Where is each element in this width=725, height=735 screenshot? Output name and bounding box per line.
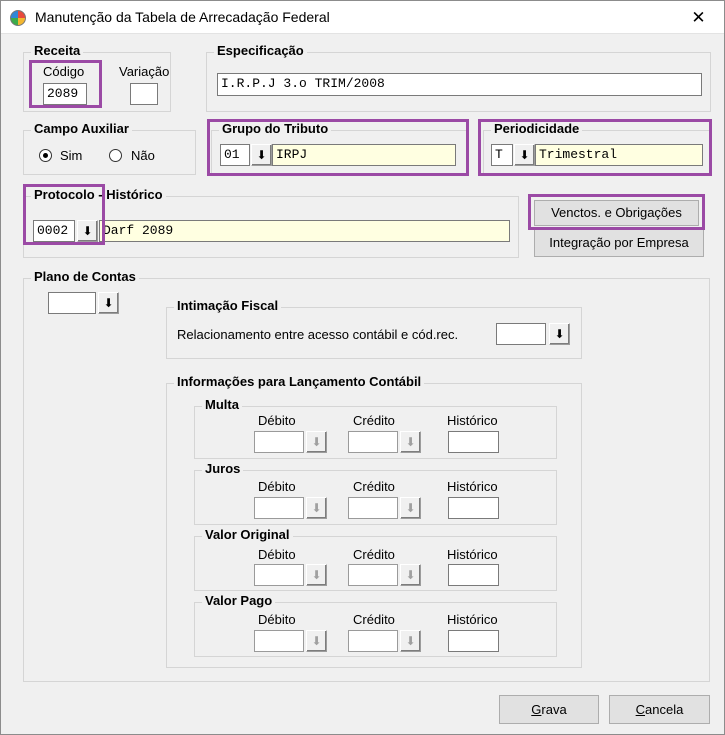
multa-legend: Multa — [202, 397, 242, 412]
periodicidade-description: Trimestral — [535, 144, 703, 166]
cancela-button-label: ancela — [645, 702, 684, 717]
variacao-label: Variação — [119, 64, 170, 79]
valor-original-debito-field[interactable] — [254, 564, 304, 586]
valor-original-historico-field[interactable] — [448, 564, 499, 586]
protocolo-legend: Protocolo - Histórico — [31, 187, 166, 202]
valor-original-debito-label: Débito — [258, 547, 296, 562]
plano-contas-legend: Plano de Contas — [31, 269, 139, 284]
protocolo-code-field[interactable]: 0002 — [33, 220, 75, 242]
multa-debito-field[interactable] — [254, 431, 304, 453]
grupo-tributo-description: IRPJ — [272, 144, 456, 166]
juros-debito-dropdown-icon[interactable]: ⬇ — [306, 497, 327, 519]
valor-pago-credito-field[interactable] — [348, 630, 398, 652]
variacao-field[interactable] — [130, 83, 158, 105]
juros-debito-field[interactable] — [254, 497, 304, 519]
valor-original-credito-dropdown-icon[interactable]: ⬇ — [400, 564, 421, 586]
multa-debito-dropdown-icon[interactable]: ⬇ — [306, 431, 327, 453]
protocolo-dropdown-icon[interactable]: ⬇ — [77, 220, 98, 242]
venctos-obrigacoes-button[interactable]: Venctos. e Obrigações — [534, 200, 699, 226]
grava-button-mnemonic: G — [531, 702, 542, 717]
juros-credito-field[interactable] — [348, 497, 398, 519]
grupo-tributo-code-field[interactable]: 01 — [220, 144, 250, 166]
juros-credito-dropdown-icon[interactable]: ⬇ — [400, 497, 421, 519]
grupo-tributo-dropdown-icon[interactable]: ⬇ — [251, 144, 272, 166]
valor-original-legend: Valor Original — [202, 527, 293, 542]
valor-pago-historico-field[interactable] — [448, 630, 499, 652]
valor-pago-debito-label: Débito — [258, 612, 296, 627]
nao-label: Não — [131, 148, 155, 163]
cancela-button-mnemonic: C — [635, 702, 646, 717]
valor-pago-credito-label: Crédito — [353, 612, 395, 627]
cancela-button[interactable]: Cancela — [609, 695, 710, 724]
app-logo-icon — [10, 10, 26, 26]
valor-pago-historico-label: Histórico — [447, 612, 498, 627]
intimacao-dropdown-icon[interactable]: ⬇ — [549, 323, 570, 345]
multa-credito-dropdown-icon[interactable]: ⬇ — [400, 431, 421, 453]
codigo-field[interactable]: 2089 — [43, 83, 87, 105]
multa-historico-label: Histórico — [447, 413, 498, 428]
multa-historico-field[interactable] — [448, 431, 499, 453]
valor-pago-debito-dropdown-icon[interactable]: ⬇ — [306, 630, 327, 652]
sim-label: Sim — [60, 148, 83, 163]
valor-pago-credito-dropdown-icon[interactable]: ⬇ — [400, 630, 421, 652]
title-bar: Manutenção da Tabela de Arrecadação Fede… — [1, 1, 724, 34]
dialog-window: Manutenção da Tabela de Arrecadação Fede… — [0, 0, 725, 735]
intimacao-legend: Intimação Fiscal — [174, 298, 282, 313]
valor-pago-legend: Valor Pago — [202, 593, 276, 608]
nao-radio[interactable] — [109, 149, 122, 162]
close-button[interactable]: ✕ — [673, 1, 724, 34]
multa-debito-label: Débito — [258, 413, 296, 428]
multa-credito-label: Crédito — [353, 413, 395, 428]
integracao-empresa-button[interactable]: Integração por Empresa — [534, 229, 704, 257]
juros-historico-field[interactable] — [448, 497, 499, 519]
codigo-label: Código — [43, 64, 85, 79]
grupo-tributo-legend: Grupo do Tributo — [219, 121, 332, 136]
protocolo-description: Darf 2089 — [99, 220, 510, 242]
especificacao-legend: Especificação — [214, 43, 307, 58]
juros-historico-label: Histórico — [447, 479, 498, 494]
periodicidade-legend: Periodicidade — [491, 121, 583, 136]
juros-debito-label: Débito — [258, 479, 296, 494]
sim-radio[interactable] — [39, 149, 52, 162]
lancamento-legend: Informações para Lançamento Contábil — [174, 374, 425, 389]
plano-contas-dropdown-icon[interactable]: ⬇ — [98, 292, 119, 314]
valor-original-credito-field[interactable] — [348, 564, 398, 586]
receita-legend: Receita — [31, 43, 84, 58]
grava-button[interactable]: Grava — [499, 695, 599, 724]
juros-legend: Juros — [202, 461, 244, 476]
intimacao-field[interactable] — [496, 323, 546, 345]
window-title: Manutenção da Tabela de Arrecadação Fede… — [35, 9, 330, 25]
multa-credito-field[interactable] — [348, 431, 398, 453]
campo-auxiliar-legend: Campo Auxiliar — [31, 121, 132, 136]
valor-original-historico-label: Histórico — [447, 547, 498, 562]
periodicidade-dropdown-icon[interactable]: ⬇ — [514, 144, 535, 166]
valor-original-credito-label: Crédito — [353, 547, 395, 562]
periodicidade-code-field[interactable]: T — [491, 144, 513, 166]
valor-original-debito-dropdown-icon[interactable]: ⬇ — [306, 564, 327, 586]
especificacao-field[interactable]: I.R.P.J 3.o TRIM/2008 — [217, 73, 702, 96]
plano-contas-field[interactable] — [48, 292, 96, 314]
grava-button-label: rava — [541, 702, 567, 717]
valor-pago-debito-field[interactable] — [254, 630, 304, 652]
intimacao-label: Relacionamento entre acesso contábil e c… — [177, 327, 459, 342]
juros-credito-label: Crédito — [353, 479, 395, 494]
